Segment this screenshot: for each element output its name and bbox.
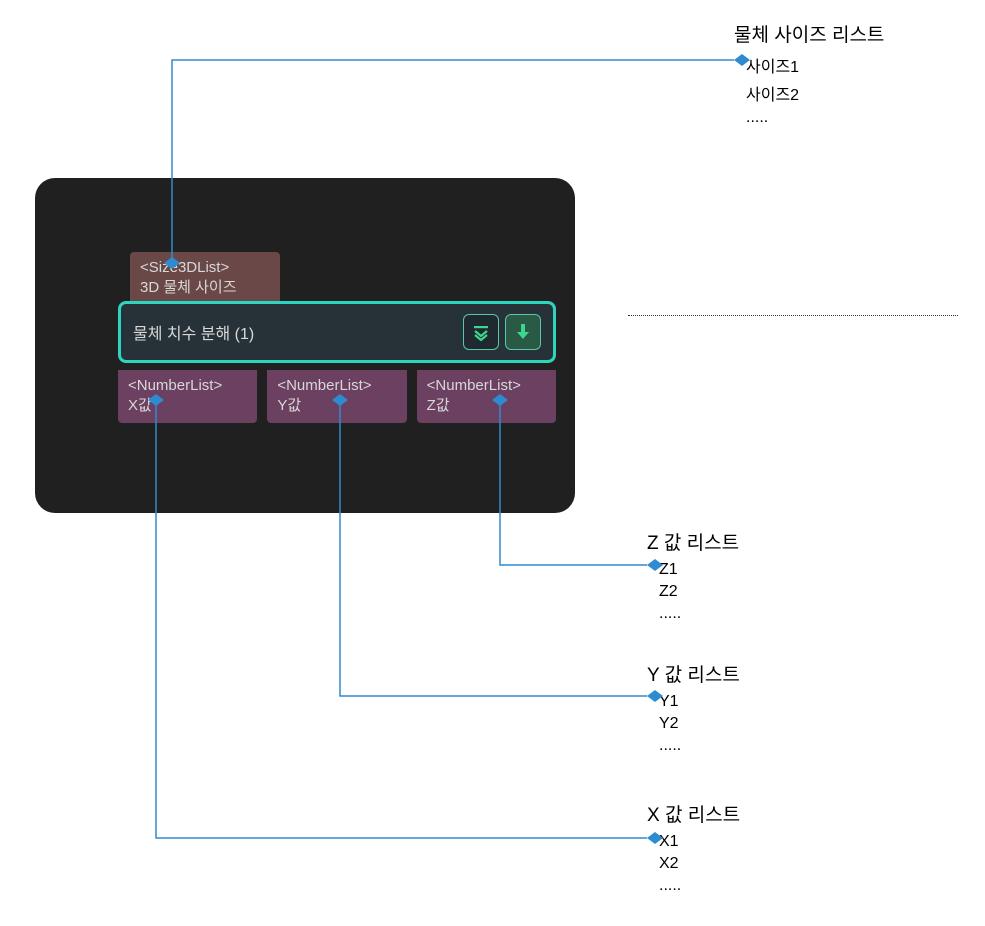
annotation-z-list: Z 값 리스트 Z1 Z2 ..... [647,528,739,627]
annotation-size-item: 사이즈1 [746,53,884,77]
output-node-x[interactable]: <NumberList> X값 [118,370,257,423]
annotation-x-item: X2 [659,855,740,873]
annotation-z-title: Z 값 리스트 [647,528,739,555]
annotation-size-item: 사이즈2 [746,81,884,105]
output-y-type: <NumberList> [277,376,396,396]
annotation-y-item: Y1 [659,693,740,711]
output-y-name: Y값 [277,396,396,416]
annotation-size-title: 물체 사이즈 리스트 [734,20,884,47]
annotation-z-item: Z1 [659,561,739,579]
annotation-z-item: ..... [659,605,739,623]
output-row: <NumberList> X값 <NumberList> Y값 <NumberL… [118,370,556,423]
annotation-y-item: ..... [659,737,740,755]
annotation-y-list: Y 값 리스트 Y1 Y2 ..... [647,660,740,759]
annotation-x-item: ..... [659,877,740,895]
output-z-name: Z값 [427,396,546,416]
annotation-y-item: Y2 [659,715,740,733]
annotation-z-item: Z2 [659,583,739,601]
main-node-title: 물체 치수 분해 (1) [133,320,457,344]
annotation-x-title: X 값 리스트 [647,800,740,827]
input-node-name: 3D 물체 사이즈 [140,278,270,298]
output-x-type: <NumberList> [128,376,247,396]
output-z-type: <NumberList> [427,376,546,396]
output-node-z[interactable]: <NumberList> Z값 [417,370,556,423]
expand-all-icon[interactable] [463,314,499,350]
annotation-size-item: ..... [746,109,884,127]
main-node[interactable]: 물체 치수 분해 (1) [118,301,556,363]
output-node-y[interactable]: <NumberList> Y값 [267,370,406,423]
output-x-name: X값 [128,396,247,416]
download-icon[interactable] [505,314,541,350]
annotation-y-title: Y 값 리스트 [647,660,740,687]
annotation-x-item: X1 [659,833,740,851]
input-node-type: <Size3DList> [140,258,270,278]
annotation-x-list: X 값 리스트 X1 X2 ..... [647,800,740,899]
divider [628,315,958,316]
annotation-size-list: 물체 사이즈 리스트 사이즈1 사이즈2 ..... [734,20,884,131]
input-node-size3d[interactable]: <Size3DList> 3D 물체 사이즈 [130,252,280,305]
